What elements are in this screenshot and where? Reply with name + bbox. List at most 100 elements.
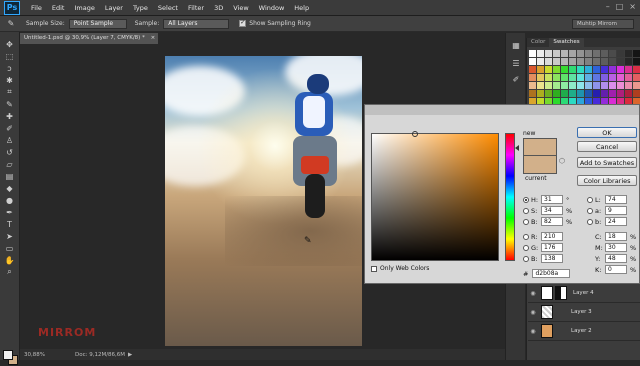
add-to-swatches-button[interactable]: Add to Swatches [577, 157, 637, 168]
tab-swatches[interactable]: Swatches [549, 38, 584, 47]
move-tool-icon[interactable]: ✥ [3, 38, 17, 50]
layer-row[interactable]: ◉ Layer 4 [528, 284, 640, 303]
swatch-cell[interactable] [553, 66, 560, 73]
menu-view[interactable]: View [228, 4, 253, 12]
type-tool-icon[interactable]: T [3, 218, 17, 230]
layer-row[interactable]: ◉ Layer 2 [528, 322, 640, 341]
lasso-tool-icon[interactable]: ↄ [3, 62, 17, 74]
visibility-eye-icon[interactable]: ◉ [528, 328, 538, 335]
swatch-cell[interactable] [561, 90, 568, 97]
color-picker-ring[interactable] [412, 131, 418, 137]
hand-tool-icon[interactable]: ✋ [3, 254, 17, 266]
swatch-cell[interactable] [561, 66, 568, 73]
swatch-cell[interactable] [593, 66, 600, 73]
swatch-cell[interactable] [601, 82, 608, 89]
swatch-cell[interactable] [617, 74, 624, 81]
swatch-cell[interactable] [545, 58, 552, 65]
b-radio[interactable] [523, 218, 529, 225]
swatch-cell[interactable] [537, 58, 544, 65]
swatch-cell[interactable] [569, 90, 576, 97]
hue-slider-handle[interactable] [515, 145, 519, 151]
sample-select[interactable]: All Layers [163, 18, 230, 29]
blue-input[interactable]: 138 [541, 254, 563, 263]
s-radio[interactable] [523, 207, 529, 214]
close-tab-icon[interactable]: × [151, 35, 156, 41]
current-color-swatch[interactable] [523, 156, 557, 174]
document-tab[interactable]: Untitled-1.psd @ 30,9% (Layer 7, CMYK/8)… [20, 33, 158, 44]
swatch-cell[interactable] [569, 74, 576, 81]
only-web-colors[interactable]: Only Web Colors [371, 265, 429, 272]
dodge-tool-icon[interactable]: ● [3, 194, 17, 206]
swatch-cell[interactable] [593, 82, 600, 89]
l-radio[interactable] [587, 196, 593, 203]
workspace-select[interactable]: Muhtip Mirrom [572, 19, 634, 29]
maximize-icon[interactable]: □ [616, 2, 624, 11]
swatch-cell[interactable] [633, 74, 640, 81]
swatch-cell[interactable] [545, 74, 552, 81]
minimize-icon[interactable]: – [606, 2, 610, 11]
visibility-eye-icon[interactable]: ◉ [528, 309, 538, 316]
shape-tool-icon[interactable]: ▭ [3, 242, 17, 254]
layer-row[interactable]: ◉ Layer 3 [528, 303, 640, 322]
eyedropper-tool-icon[interactable]: ✎ [3, 98, 17, 110]
a-input[interactable]: 9 [605, 206, 627, 215]
swatch-cell[interactable] [553, 90, 560, 97]
swatch-cell[interactable] [625, 58, 632, 65]
b-input[interactable]: 82 [541, 217, 563, 226]
r-input[interactable]: 210 [541, 232, 563, 241]
crop-tool-icon[interactable]: ⌗ [3, 86, 17, 98]
menu-select[interactable]: Select [153, 4, 183, 12]
tab-color[interactable]: Color [527, 38, 549, 47]
swatch-cell[interactable] [585, 82, 592, 89]
swatch-cell[interactable] [617, 50, 624, 57]
k-input[interactable]: 0 [605, 265, 627, 274]
menu-file[interactable]: File [26, 4, 47, 12]
swatch-cell[interactable] [617, 90, 624, 97]
swatch-cell[interactable] [569, 82, 576, 89]
history-panel-icon[interactable]: ▦ [509, 39, 523, 51]
clone-stamp-tool-icon[interactable]: ♙ [3, 134, 17, 146]
swatch-cell[interactable] [537, 74, 544, 81]
quick-select-tool-icon[interactable]: ✱ [3, 74, 17, 86]
swatch-cell[interactable] [585, 58, 592, 65]
swatch-cell[interactable] [617, 58, 624, 65]
swatch-cell[interactable] [577, 74, 584, 81]
swatch-cell[interactable] [561, 50, 568, 57]
swatch-cell[interactable] [593, 50, 600, 57]
cancel-button[interactable]: Cancel [577, 141, 637, 152]
swatch-cell[interactable] [545, 50, 552, 57]
swatch-cell[interactable] [553, 50, 560, 57]
swatch-cell[interactable] [601, 74, 608, 81]
swatch-cell[interactable] [537, 66, 544, 73]
swatch-cell[interactable] [617, 82, 624, 89]
pen-tool-icon[interactable]: ✒ [3, 206, 17, 218]
only-web-colors-checkbox[interactable] [371, 265, 377, 272]
swatch-cell[interactable] [585, 90, 592, 97]
swatch-cell[interactable] [609, 82, 616, 89]
swatch-cell[interactable] [633, 82, 640, 89]
menu-image[interactable]: Image [69, 4, 99, 12]
swatch-cell[interactable] [529, 82, 536, 89]
swatch-cell[interactable] [585, 66, 592, 73]
menu-layer[interactable]: Layer [100, 4, 128, 12]
gamut-cube-icon[interactable]: ⬡ [559, 157, 565, 165]
swatch-cell[interactable] [593, 74, 600, 81]
visibility-eye-icon[interactable]: ◉ [528, 290, 538, 297]
close-icon[interactable]: × [629, 2, 636, 11]
a-radio[interactable] [587, 207, 593, 214]
swatch-cell[interactable] [593, 58, 600, 65]
s-input[interactable]: 34 [541, 206, 563, 215]
hue-slider[interactable] [505, 133, 515, 261]
foreground-color-swatch[interactable] [3, 350, 13, 360]
zoom-level[interactable]: 30,88% [24, 352, 45, 358]
swatch-cell[interactable] [609, 74, 616, 81]
blue-radio[interactable] [523, 255, 529, 262]
color-libraries-button[interactable]: Color Libraries [577, 175, 637, 186]
eraser-tool-icon[interactable]: ▱ [3, 158, 17, 170]
swatch-cell[interactable] [577, 66, 584, 73]
swatch-cell[interactable] [633, 58, 640, 65]
swatch-cell[interactable] [577, 50, 584, 57]
swatch-cell[interactable] [633, 50, 640, 57]
swatch-cell[interactable] [529, 90, 536, 97]
swatch-cell[interactable] [601, 66, 608, 73]
